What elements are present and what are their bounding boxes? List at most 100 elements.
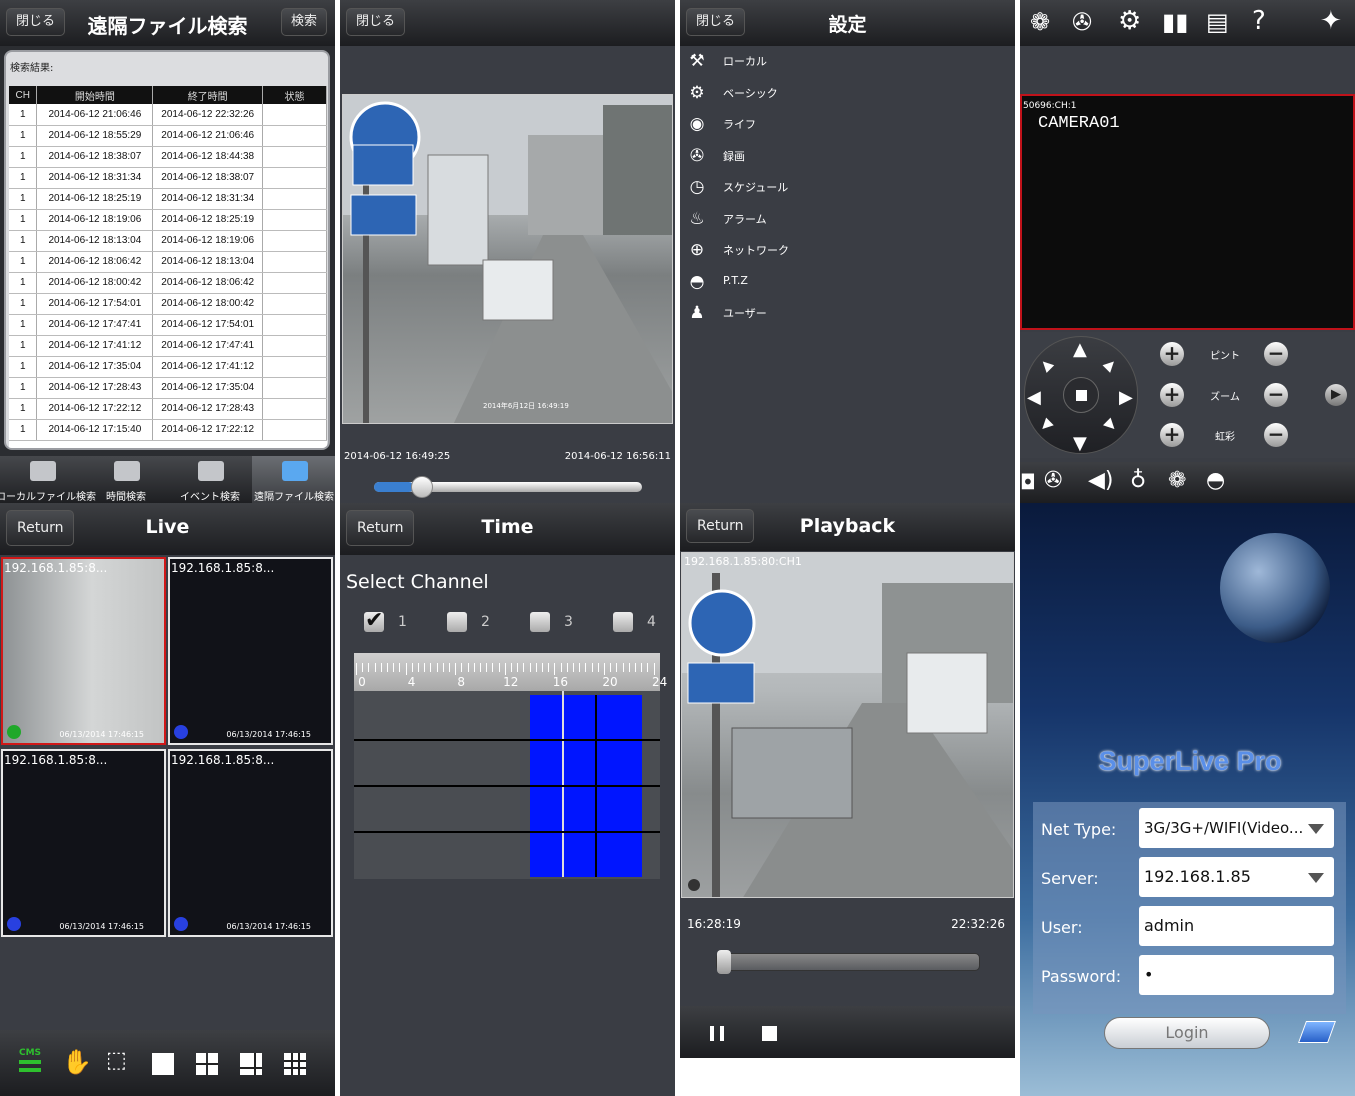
playback-slider[interactable]: [374, 476, 642, 498]
search-button[interactable]: 検索: [280, 8, 327, 36]
arrow-down-left-icon[interactable]: ▼: [1037, 416, 1056, 435]
settings-item-5[interactable]: ♨ アラーム: [680, 204, 1015, 235]
layout-6-icon[interactable]: [240, 1053, 262, 1075]
film-reel-icon[interactable]: ✇: [1072, 8, 1092, 36]
table-row[interactable]: 1 2014-06-12 18:00:42 2014-06-12 18:06:42: [9, 272, 327, 294]
table-row[interactable]: 1 2014-06-12 17:47:41 2014-06-12 17:54:01: [9, 314, 327, 336]
tab-local-file-search[interactable]: ローカルファイル検索: [0, 456, 96, 503]
help-icon[interactable]: ?: [1252, 6, 1266, 36]
video-view[interactable]: 2014年6月12日 16:49:19: [342, 94, 673, 424]
tab-remote-file-search[interactable]: 遠隔ファイル検索: [252, 456, 335, 503]
table-row[interactable]: 1 2014-06-12 17:35:04 2014-06-12 17:41:12: [9, 356, 327, 378]
table-row[interactable]: 1 2014-06-12 18:13:04 2014-06-12 18:19:06: [9, 230, 327, 252]
select-area-icon[interactable]: ⬚: [106, 1048, 127, 1073]
password-input[interactable]: •: [1139, 955, 1334, 995]
minus-icon[interactable]: −: [1264, 382, 1288, 407]
camera-cell[interactable]: 192.168.1.85:8... 06/13/2014 17:46:15: [1, 749, 166, 937]
video-view[interactable]: 192.168.1.85:80:CH1: [681, 552, 1014, 898]
table-row[interactable]: 1 2014-06-12 18:55:29 2014-06-12 21:06:46: [9, 125, 327, 147]
channel-checkbox[interactable]: [530, 612, 550, 632]
bar-chart-icon[interactable]: ▮▮: [1162, 8, 1188, 36]
direction-pad[interactable]: ▲ ▼ ◀ ▶ ▲ ▲ ▼ ▼: [1024, 336, 1138, 454]
close-button[interactable]: 閉じる: [346, 8, 406, 36]
arrow-up-right-icon[interactable]: ▲: [1101, 356, 1120, 375]
time-cursor[interactable]: [562, 691, 564, 877]
speaker-icon[interactable]: ◀): [1088, 468, 1114, 493]
hand-icon[interactable]: ✋: [62, 1048, 92, 1076]
channel-checkbox[interactable]: [447, 612, 467, 632]
plus-icon[interactable]: +: [1160, 382, 1184, 407]
playback-slider[interactable]: [716, 950, 980, 974]
run-icon[interactable]: ✦: [1320, 6, 1342, 36]
snapshot-icon[interactable]: ◘: [1020, 470, 1036, 494]
table-row[interactable]: 1 2014-06-12 17:54:01 2014-06-12 18:00:42: [9, 293, 327, 315]
layout-1-icon[interactable]: [152, 1053, 174, 1075]
table-row[interactable]: 1 2014-06-12 17:22:12 2014-06-12 17:28:43: [9, 398, 327, 420]
arrow-right-icon[interactable]: ▶: [1119, 387, 1133, 408]
slider-knob[interactable]: [411, 476, 434, 498]
camera-timestamp: 06/13/2014 17:46:15: [59, 922, 144, 931]
column-header[interactable]: 終了時間: [152, 86, 264, 104]
cms-button[interactable]: CMS: [16, 1048, 44, 1078]
table-row[interactable]: 1 2014-06-12 17:28:43 2014-06-12 17:35:04: [9, 377, 327, 399]
settings-item-2[interactable]: ◉ ライフ: [680, 109, 1015, 140]
plus-icon[interactable]: +: [1160, 342, 1184, 366]
pause-button[interactable]: [710, 1026, 724, 1041]
time-search-screen: Return Time Select Channel ✔ 1 2 3 4 0 4 8 12 16…: [340, 503, 675, 1096]
log-icon[interactable]: ▤: [1206, 8, 1229, 36]
stop-button[interactable]: [1063, 377, 1099, 413]
settings-item-7[interactable]: ◓ P.T.Z: [680, 267, 1015, 298]
table-row[interactable]: 1 2014-06-12 17:41:12 2014-06-12 17:47:41: [9, 335, 327, 357]
tab-time-search[interactable]: 時間検索: [84, 456, 168, 503]
arrow-down-right-icon[interactable]: ▼: [1101, 416, 1120, 435]
gear-icon[interactable]: ⚙: [1118, 6, 1141, 36]
microphone-icon[interactable]: ♁: [1130, 468, 1146, 493]
settings-item-8[interactable]: ♟ ユーザー: [680, 298, 1015, 329]
camera-cell[interactable]: 192.168.1.85:8... 06/13/2014 17:46:15: [168, 557, 333, 745]
settings-item-4[interactable]: ◷ スケジュール: [680, 172, 1015, 203]
arrow-down-icon[interactable]: ▼: [1073, 433, 1087, 454]
layout-9-icon[interactable]: [284, 1053, 306, 1075]
column-header[interactable]: 開始時間: [36, 86, 154, 104]
flower-settings-icon[interactable]: ❁: [1030, 8, 1050, 36]
minus-icon[interactable]: −: [1264, 423, 1288, 447]
table-row[interactable]: 1 2014-06-12 18:25:19 2014-06-12 18:31:34: [9, 188, 327, 210]
flower-icon[interactable]: ❁: [1168, 468, 1186, 493]
help-book-icon[interactable]: [1297, 1021, 1337, 1043]
arrow-up-left-icon[interactable]: ▲: [1037, 356, 1056, 375]
slider-knob[interactable]: [717, 950, 731, 974]
table-cell: 1: [9, 377, 38, 399]
channel-checkbox[interactable]: [613, 612, 633, 632]
column-header[interactable]: 状態: [262, 86, 327, 104]
net-type-select[interactable]: 3G/3G+/WIFI(Video...: [1139, 808, 1334, 848]
settings-item-0[interactable]: ⚒ ローカル: [680, 46, 1015, 77]
table-row[interactable]: 1 2014-06-12 17:15:40 2014-06-12 17:22:12: [9, 419, 327, 441]
user-input[interactable]: admin: [1139, 906, 1334, 946]
channel-checkbox[interactable]: ✔: [364, 608, 384, 633]
table-row[interactable]: 1 2014-06-12 18:38:07 2014-06-12 18:44:38: [9, 146, 327, 168]
column-header[interactable]: CH: [9, 86, 38, 104]
table-row[interactable]: 1 2014-06-12 18:31:34 2014-06-12 18:38:07: [9, 167, 327, 189]
camera-cell[interactable]: 192.168.1.85:8... 06/13/2014 17:46:15: [1, 557, 166, 745]
next-page-icon[interactable]: ▶: [1325, 384, 1347, 406]
table-row[interactable]: 1 2014-06-12 18:06:42 2014-06-12 18:13:04: [9, 251, 327, 273]
tab-event-search[interactable]: イベント検索: [168, 456, 252, 503]
layout-4-icon[interactable]: [196, 1053, 218, 1075]
login-button[interactable]: Login: [1104, 1017, 1270, 1049]
dome-camera-icon[interactable]: ◓: [1206, 468, 1225, 493]
arrow-up-icon[interactable]: ▲: [1073, 339, 1087, 360]
server-input[interactable]: 192.168.1.85: [1139, 857, 1334, 897]
settings-item-6[interactable]: ⊕ ネットワーク: [680, 235, 1015, 266]
video-view[interactable]: 50696:CH:1 CAMERA01: [1020, 94, 1355, 330]
stop-button[interactable]: [762, 1026, 777, 1041]
table-row[interactable]: 1 2014-06-12 21:06:46 2014-06-12 22:32:26: [9, 104, 327, 126]
settings-item-1[interactable]: ⚙ ベーシック: [680, 78, 1015, 109]
plus-icon[interactable]: +: [1160, 423, 1184, 447]
table-row[interactable]: 1 2014-06-12 18:19:06 2014-06-12 18:25:19: [9, 209, 327, 231]
settings-item-3[interactable]: ✇ 録画: [680, 141, 1015, 172]
record-icon[interactable]: ✇: [1044, 468, 1062, 493]
minus-icon[interactable]: −: [1264, 342, 1288, 366]
camera-cell[interactable]: 192.168.1.85:8... 06/13/2014 17:46:15: [168, 749, 333, 937]
timeline[interactable]: 0 4 8 12 16 20 24: [354, 653, 667, 879]
arrow-left-icon[interactable]: ◀: [1027, 387, 1041, 408]
